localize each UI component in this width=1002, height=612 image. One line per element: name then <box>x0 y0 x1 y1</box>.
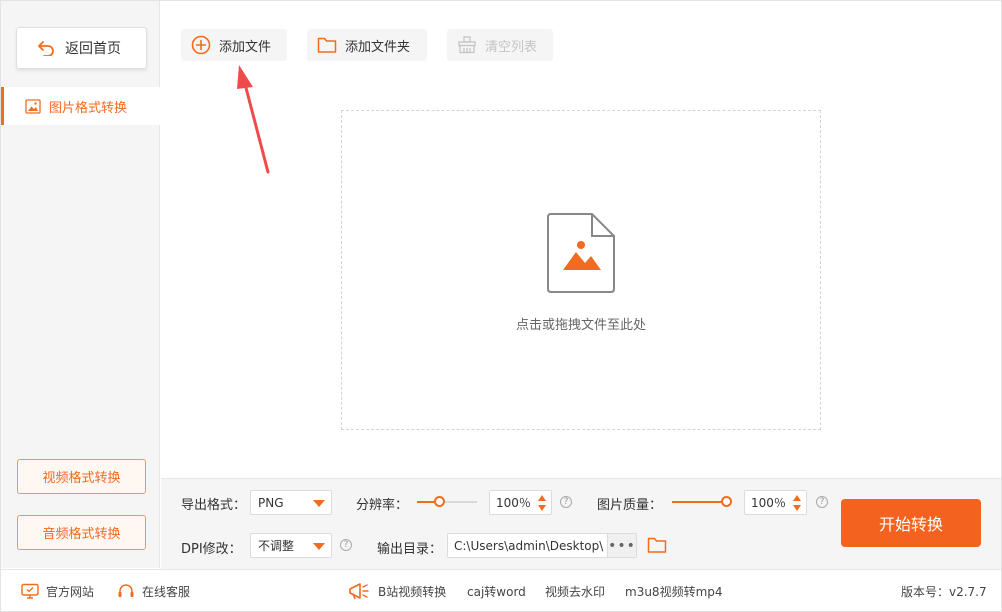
watermark-label: 视频去水印 <box>545 584 606 599</box>
export-format-select[interactable]: PNG <box>250 490 332 515</box>
slider-track <box>439 501 477 503</box>
caj-link[interactable]: caj转word <box>467 570 526 612</box>
resolution-label: 分辨率： <box>356 498 409 513</box>
website-label: 官方网站 <box>46 584 95 599</box>
quality-slider[interactable] <box>672 495 732 509</box>
add-file-button[interactable]: 添加文件 <box>181 29 287 61</box>
export-format-value: PNG <box>258 495 284 510</box>
version-text: 版本号：v2.7.7 <box>901 570 987 612</box>
headset-icon <box>118 583 134 597</box>
increment-icon[interactable] <box>793 495 801 501</box>
sidebar: 返回首页 图片格式转换 视频格式转换 音频格式转换 <box>1 1 160 568</box>
browse-button[interactable]: ••• <box>607 534 636 557</box>
quality-value: 100％ <box>751 496 786 510</box>
clear-list-button[interactable]: 清空列表 <box>447 29 553 61</box>
m3u8-link[interactable]: m3u8视频转mp4 <box>625 570 723 612</box>
output-dir-value: C:\Users\admin\Desktop\ <box>454 538 604 553</box>
folder-icon <box>317 37 337 53</box>
video-convert-label: 视频格式转换 <box>42 471 121 486</box>
dpi-select[interactable]: 不调整 <box>250 533 332 558</box>
decrement-icon[interactable] <box>793 505 801 511</box>
audio-convert-button[interactable]: 音频格式转换 <box>17 515 146 550</box>
resolution-slider[interactable] <box>417 495 477 509</box>
caj-label: caj转word <box>467 584 526 599</box>
chevron-down-icon <box>313 500 325 507</box>
start-convert-label: 开始转换 <box>878 515 943 534</box>
resolution-value: 100％ <box>496 496 531 510</box>
output-dir-label: 输出目录： <box>377 542 443 557</box>
bilibili-link[interactable]: B站视频转换 <box>347 570 446 612</box>
back-home-button[interactable]: 返回首页 <box>16 27 147 69</box>
drop-hint-text: 点击或拖拽文件至此处 <box>515 318 646 333</box>
service-label: 在线客服 <box>142 584 191 599</box>
quality-stepper[interactable]: 100％ <box>744 490 807 515</box>
footer: 官方网站 在线客服 B站视频转换 caj转word 视频去水印 m3u8视频转m… <box>1 569 1001 611</box>
megaphone-icon <box>349 583 369 600</box>
back-arrow-icon <box>38 41 54 56</box>
bilibili-label: B站视频转换 <box>378 584 447 599</box>
decrement-icon[interactable] <box>538 505 546 511</box>
monitor-icon <box>21 583 39 599</box>
m3u8-label: m3u8视频转mp4 <box>625 584 723 599</box>
video-convert-button[interactable]: 视频格式转换 <box>17 459 146 494</box>
sidebar-item-label: 图片格式转换 <box>49 100 128 116</box>
annotation-arrow-icon <box>237 65 270 174</box>
slider-fill <box>672 501 727 503</box>
clear-list-label: 清空列表 <box>485 39 538 55</box>
back-home-label: 返回首页 <box>65 41 121 57</box>
help-icon[interactable]: ? <box>560 496 572 508</box>
image-icon <box>25 98 41 114</box>
audio-convert-label: 音频格式转换 <box>42 527 121 542</box>
slider-handle[interactable] <box>721 496 732 507</box>
dpi-label: DPI修改： <box>181 542 242 557</box>
help-icon[interactable]: ? <box>816 496 828 508</box>
increment-icon[interactable] <box>538 495 546 501</box>
plus-circle-icon <box>191 35 211 55</box>
quality-label: 图片质量： <box>597 498 663 513</box>
image-file-icon <box>547 213 615 293</box>
slider-handle[interactable] <box>434 496 446 507</box>
chevron-down-icon <box>313 543 325 550</box>
add-folder-button[interactable]: 添加文件夹 <box>307 29 427 61</box>
export-format-label: 导出格式： <box>181 498 247 513</box>
broom-icon <box>458 36 476 54</box>
add-folder-label: 添加文件夹 <box>345 39 411 55</box>
service-link[interactable]: 在线客服 <box>117 570 190 612</box>
dpi-value: 不调整 <box>258 539 295 553</box>
start-convert-button[interactable]: 开始转换 <box>841 499 981 547</box>
help-icon[interactable]: ? <box>340 539 352 551</box>
website-link[interactable]: 官方网站 <box>21 570 94 612</box>
version-label: 版本号：v2.7.7 <box>901 584 987 599</box>
file-drop-zone[interactable]: 点击或拖拽文件至此处 <box>341 110 821 430</box>
watermark-link[interactable]: 视频去水印 <box>545 570 605 612</box>
sidebar-item-image-convert[interactable]: 图片格式转换 <box>1 87 160 125</box>
output-dir-field[interactable]: C:\Users\admin\Desktop\ ••• <box>447 533 637 558</box>
open-folder-icon[interactable] <box>647 536 667 554</box>
add-file-label: 添加文件 <box>219 39 272 55</box>
resolution-stepper[interactable]: 100％ <box>489 490 552 515</box>
